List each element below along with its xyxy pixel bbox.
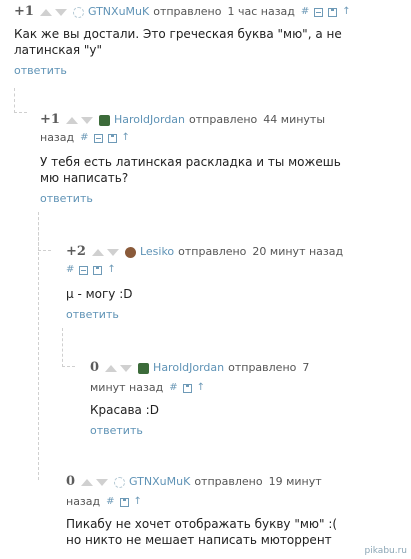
comment-body: Красава :D (90, 402, 409, 418)
hash-icon[interactable]: # (106, 494, 114, 510)
comment-author[interactable]: HaroldJordan (114, 112, 185, 128)
arrow-up-icon[interactable]: ↑ (107, 262, 115, 278)
comment-header: +1 GTNXuMuK отправлено 1 час назад # ↑ (14, 4, 409, 20)
comment: +1 HaroldJordan отправлено 44 минуты наз… (40, 112, 409, 205)
comment-time: 1 час назад (227, 5, 295, 18)
save-icon[interactable] (328, 7, 338, 17)
comment-header: 0 HaroldJordan отправлено 7 (90, 360, 409, 376)
comment-header-line2: назад # ↑ (40, 130, 409, 146)
comment-rating: +2 (66, 244, 86, 259)
comment-header-line2: # ↑ (66, 262, 409, 278)
save-icon[interactable] (119, 497, 129, 507)
comment-author[interactable]: GTNXuMuK (129, 474, 190, 490)
comment-time: 7 (302, 361, 310, 374)
comment-text-line: мю написать? (40, 171, 129, 185)
arrow-up-icon[interactable]: ↑ (122, 130, 130, 146)
vote-up-icon[interactable] (105, 364, 118, 372)
watermark: pikabu.ru (364, 546, 407, 556)
comment-time: 44 минуты (263, 113, 326, 126)
save-icon[interactable] (182, 383, 192, 393)
comment-text-line: Красава :D (90, 403, 159, 417)
vote-up-icon[interactable] (91, 248, 104, 256)
comment-author[interactable]: HaroldJordan (153, 360, 224, 376)
vote-down-icon[interactable] (80, 116, 93, 124)
comment: 0 GTNXuMuK отправлено 19 минут назад # ↑… (66, 474, 409, 548)
comment-rating: +1 (14, 4, 34, 19)
vote-down-icon[interactable] (106, 248, 119, 256)
comment: 0 HaroldJordan отправлено 7 минут назад … (90, 360, 409, 437)
comment-author[interactable]: GTNXuMuK (88, 4, 149, 20)
comment-rating: 0 (90, 360, 100, 375)
comment-sent-label: отправлено (194, 475, 263, 488)
avatar (114, 476, 126, 488)
comment: +1 GTNXuMuK отправлено 1 час назад # ↑ К… (14, 4, 409, 77)
reply-link[interactable]: ответить (90, 424, 409, 437)
hash-icon[interactable]: # (301, 4, 309, 20)
comment-time: минут назад (90, 381, 164, 394)
avatar (72, 6, 84, 18)
hash-icon[interactable]: # (80, 130, 88, 146)
arrow-up-icon[interactable]: ↑ (134, 494, 142, 510)
comment-body: Как же вы достали. Это греческая буква "… (14, 26, 409, 58)
comment-sent-label: отправлено (228, 361, 297, 374)
comment-text-line: Пикабу не хочет отображать букву "мю" :( (66, 517, 338, 531)
comment-sent-label: отправлено (153, 5, 222, 18)
hash-icon[interactable]: # (169, 380, 177, 396)
comment-header-line2: назад # ↑ (66, 494, 409, 510)
comment-text-line: но никто не мешает написать мюторрент (66, 533, 332, 547)
vote-down-icon[interactable] (96, 478, 109, 486)
vote-up-icon[interactable] (81, 478, 94, 486)
comment-rating: +1 (40, 112, 60, 127)
comment-text-line: Как же вы достали. Это греческая буква "… (14, 27, 342, 41)
comment-header: +1 HaroldJordan отправлено 44 минуты (40, 112, 409, 128)
reply-link[interactable]: ответить (14, 64, 409, 77)
thread-branch (14, 88, 27, 113)
vote-up-icon[interactable] (39, 8, 52, 16)
comment-header: 0 GTNXuMuK отправлено 19 минут (66, 474, 409, 490)
comment-body: У тебя есть латинская раскладка и ты мож… (40, 154, 409, 186)
comment-time: назад (40, 131, 75, 144)
comment-time: назад (66, 495, 101, 508)
vote-down-icon[interactable] (120, 364, 133, 372)
arrow-up-icon[interactable]: ↑ (197, 380, 205, 396)
avatar (98, 114, 110, 126)
comment-sent-label: отправлено (178, 245, 247, 258)
thread-branch (62, 328, 75, 367)
collapse-icon[interactable] (79, 265, 89, 275)
collapse-icon[interactable] (314, 7, 324, 17)
comment: +2 Lesiko отправлено 20 минут назад # ↑ … (66, 244, 409, 321)
reply-link[interactable]: ответить (66, 308, 409, 321)
save-icon[interactable] (107, 133, 117, 143)
comment-text-line: латинская "у" (14, 43, 103, 57)
arrow-up-icon[interactable]: ↑ (342, 4, 350, 20)
comment-header-line2: минут назад # ↑ (90, 380, 409, 396)
vote-up-icon[interactable] (65, 116, 78, 124)
reply-link[interactable]: ответить (40, 192, 409, 205)
collapse-icon[interactable] (93, 133, 103, 143)
comment-text-line: У тебя есть латинская раскладка и ты мож… (40, 155, 341, 169)
comment-time: 19 минут (268, 475, 322, 488)
avatar (138, 362, 150, 374)
vote-down-icon[interactable] (54, 8, 67, 16)
comment-body: Пикабу не хочет отображать букву "мю" :(… (66, 516, 409, 548)
comment-rating: 0 (66, 474, 76, 489)
comment-text-line: μ - могу :D (66, 287, 133, 301)
save-icon[interactable] (93, 265, 103, 275)
avatar (124, 246, 136, 258)
thread-branch (38, 212, 51, 480)
comment-author[interactable]: Lesiko (140, 244, 174, 260)
comment-sent-label: отправлено (189, 113, 258, 126)
hash-icon[interactable]: # (66, 262, 74, 278)
comment-time: 20 минут назад (252, 245, 344, 258)
comment-header: +2 Lesiko отправлено 20 минут назад (66, 244, 409, 260)
comment-body: μ - могу :D (66, 286, 409, 302)
